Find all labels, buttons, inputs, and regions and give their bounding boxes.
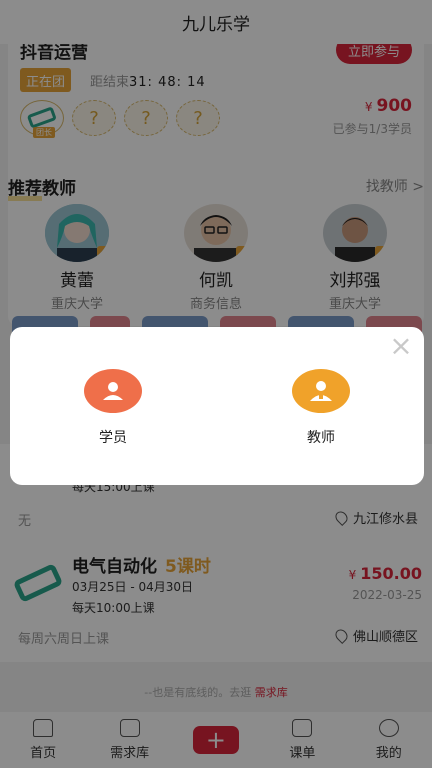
role-label: 教师 (307, 430, 335, 446)
teacher-glyph-icon (310, 381, 332, 401)
student-glyph-icon (103, 382, 123, 400)
role-option-student[interactable]: 学员 (63, 369, 163, 447)
role-option-teacher[interactable]: 教师 (271, 369, 371, 447)
student-icon (84, 369, 142, 413)
teacher-icon (292, 369, 350, 413)
role-label: 学员 (99, 430, 127, 446)
role-select-dialog: × 学员 教师 (10, 327, 424, 485)
close-icon[interactable]: × (388, 332, 414, 360)
